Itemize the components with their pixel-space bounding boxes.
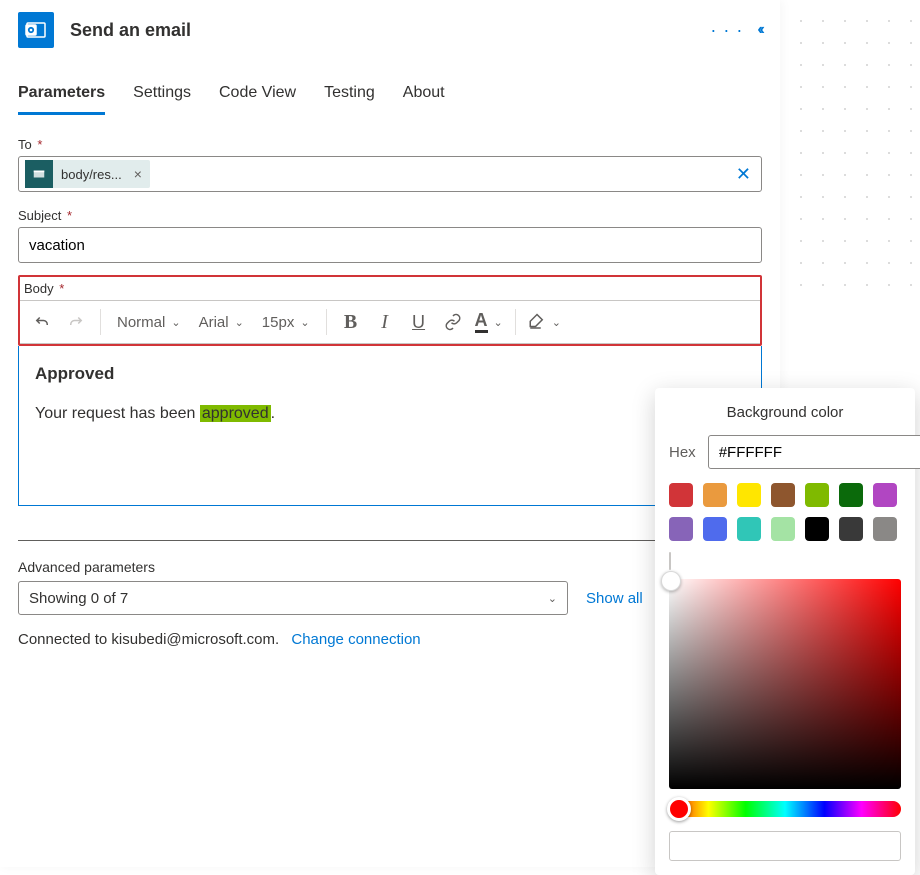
clear-field-icon[interactable]: ✕ xyxy=(736,164,751,185)
font-color-button[interactable]: A ⌄ xyxy=(471,305,507,339)
advanced-params-select[interactable]: Showing 0 of 7 ⌄ xyxy=(18,581,568,615)
subject-label: Subject * xyxy=(18,208,762,223)
token-remove-icon[interactable]: × xyxy=(134,166,142,182)
to-label: To * xyxy=(18,137,762,152)
font-size-select[interactable]: 15px ⌄ xyxy=(254,305,318,339)
body-text-line: Your request has been approved. xyxy=(35,401,745,427)
gradient-thumb[interactable] xyxy=(661,571,681,591)
color-swatch[interactable] xyxy=(669,483,693,507)
saturation-gradient[interactable] xyxy=(669,579,901,789)
highlighted-text: approved xyxy=(200,405,271,422)
panel-title: Send an email xyxy=(70,20,710,41)
more-actions-button[interactable]: · · · xyxy=(710,20,743,41)
collapse-panel-button[interactable]: ‹‹ xyxy=(757,21,762,39)
no-color-swatch[interactable] xyxy=(669,552,671,570)
color-swatches xyxy=(669,483,901,541)
body-text-after: . xyxy=(271,405,275,422)
color-swatch[interactable] xyxy=(737,483,761,507)
required-asterisk: * xyxy=(59,281,64,296)
section-divider xyxy=(18,540,762,541)
connection-text: Connected to kisubedi@microsoft.com. xyxy=(18,631,279,648)
color-swatch[interactable] xyxy=(805,483,829,507)
color-swatch[interactable] xyxy=(737,517,761,541)
toolbar-separator xyxy=(326,309,327,335)
body-text: Your request has been xyxy=(35,405,200,422)
color-swatch[interactable] xyxy=(839,517,863,541)
toolbar-separator xyxy=(100,309,101,335)
tab-testing[interactable]: Testing xyxy=(324,84,375,115)
format-value: Normal xyxy=(117,314,165,331)
canvas-background-dots xyxy=(780,0,920,300)
color-picker-popover: Background color Hex xyxy=(655,388,915,875)
subject-label-text: Subject xyxy=(18,208,61,223)
color-swatch[interactable] xyxy=(805,517,829,541)
required-asterisk: * xyxy=(37,137,42,152)
token-icon xyxy=(25,160,53,188)
format-select[interactable]: Normal ⌄ xyxy=(109,305,189,339)
body-label: Body * xyxy=(24,281,756,296)
required-asterisk: * xyxy=(67,208,72,223)
chevron-down-icon: ⌄ xyxy=(235,316,244,329)
color-picker-title: Background color xyxy=(669,404,901,421)
color-swatch[interactable] xyxy=(873,517,897,541)
tab-parameters[interactable]: Parameters xyxy=(18,84,105,115)
tab-settings[interactable]: Settings xyxy=(133,84,191,115)
body-heading: Approved xyxy=(35,360,745,387)
subject-input-box[interactable] xyxy=(18,227,762,263)
bold-button[interactable]: B xyxy=(335,305,367,339)
body-editor[interactable]: Approved Your request has been approved. xyxy=(18,346,762,506)
color-preview-box xyxy=(669,831,901,861)
panel-header: Send an email · · · ‹‹ xyxy=(0,0,780,56)
color-swatch[interactable] xyxy=(703,517,727,541)
hue-thumb[interactable] xyxy=(667,797,691,821)
chevron-down-icon: ⌄ xyxy=(300,316,309,329)
hue-slider[interactable] xyxy=(669,801,901,817)
token-label: body/res... xyxy=(61,167,122,182)
highlight-color-button[interactable]: ⌄ xyxy=(524,305,565,339)
show-all-link[interactable]: Show all xyxy=(586,590,643,607)
to-label-text: To xyxy=(18,137,32,152)
color-swatch[interactable] xyxy=(771,517,795,541)
font-select[interactable]: Arial ⌄ xyxy=(191,305,252,339)
change-connection-link[interactable]: Change connection xyxy=(291,631,420,648)
outlook-icon xyxy=(18,12,54,48)
color-swatch[interactable] xyxy=(839,483,863,507)
chevron-down-icon: ⌄ xyxy=(552,316,561,329)
hex-input[interactable] xyxy=(708,435,920,469)
tab-code-view[interactable]: Code View xyxy=(219,84,296,115)
chevron-down-icon: ⌄ xyxy=(494,316,503,329)
tabs-bar: Parameters Settings Code View Testing Ab… xyxy=(0,56,780,115)
subject-input[interactable] xyxy=(25,231,755,260)
toolbar-separator xyxy=(515,309,516,335)
body-field-highlight: Body * Normal ⌄ Arial ⌄ xyxy=(18,275,762,346)
redo-button[interactable] xyxy=(60,305,92,339)
rich-text-toolbar: Normal ⌄ Arial ⌄ 15px ⌄ B I U xyxy=(20,300,760,344)
undo-button[interactable] xyxy=(26,305,58,339)
dynamic-content-token[interactable]: body/res... × xyxy=(25,160,150,188)
chevron-down-icon: ⌄ xyxy=(548,592,557,605)
body-label-text: Body xyxy=(24,281,54,296)
tab-about[interactable]: About xyxy=(403,84,445,115)
hex-label: Hex xyxy=(669,444,696,461)
advanced-select-text: Showing 0 of 7 xyxy=(29,590,128,607)
color-swatch[interactable] xyxy=(703,483,727,507)
color-swatch[interactable] xyxy=(873,483,897,507)
font-value: Arial xyxy=(199,314,229,331)
link-button[interactable] xyxy=(437,305,469,339)
color-swatch[interactable] xyxy=(771,483,795,507)
italic-button[interactable]: I xyxy=(369,305,401,339)
underline-button[interactable]: U xyxy=(403,305,435,339)
color-swatch[interactable] xyxy=(669,517,693,541)
to-input[interactable]: body/res... × ✕ xyxy=(18,156,762,192)
size-value: 15px xyxy=(262,314,295,331)
chevron-down-icon: ⌄ xyxy=(171,316,180,329)
